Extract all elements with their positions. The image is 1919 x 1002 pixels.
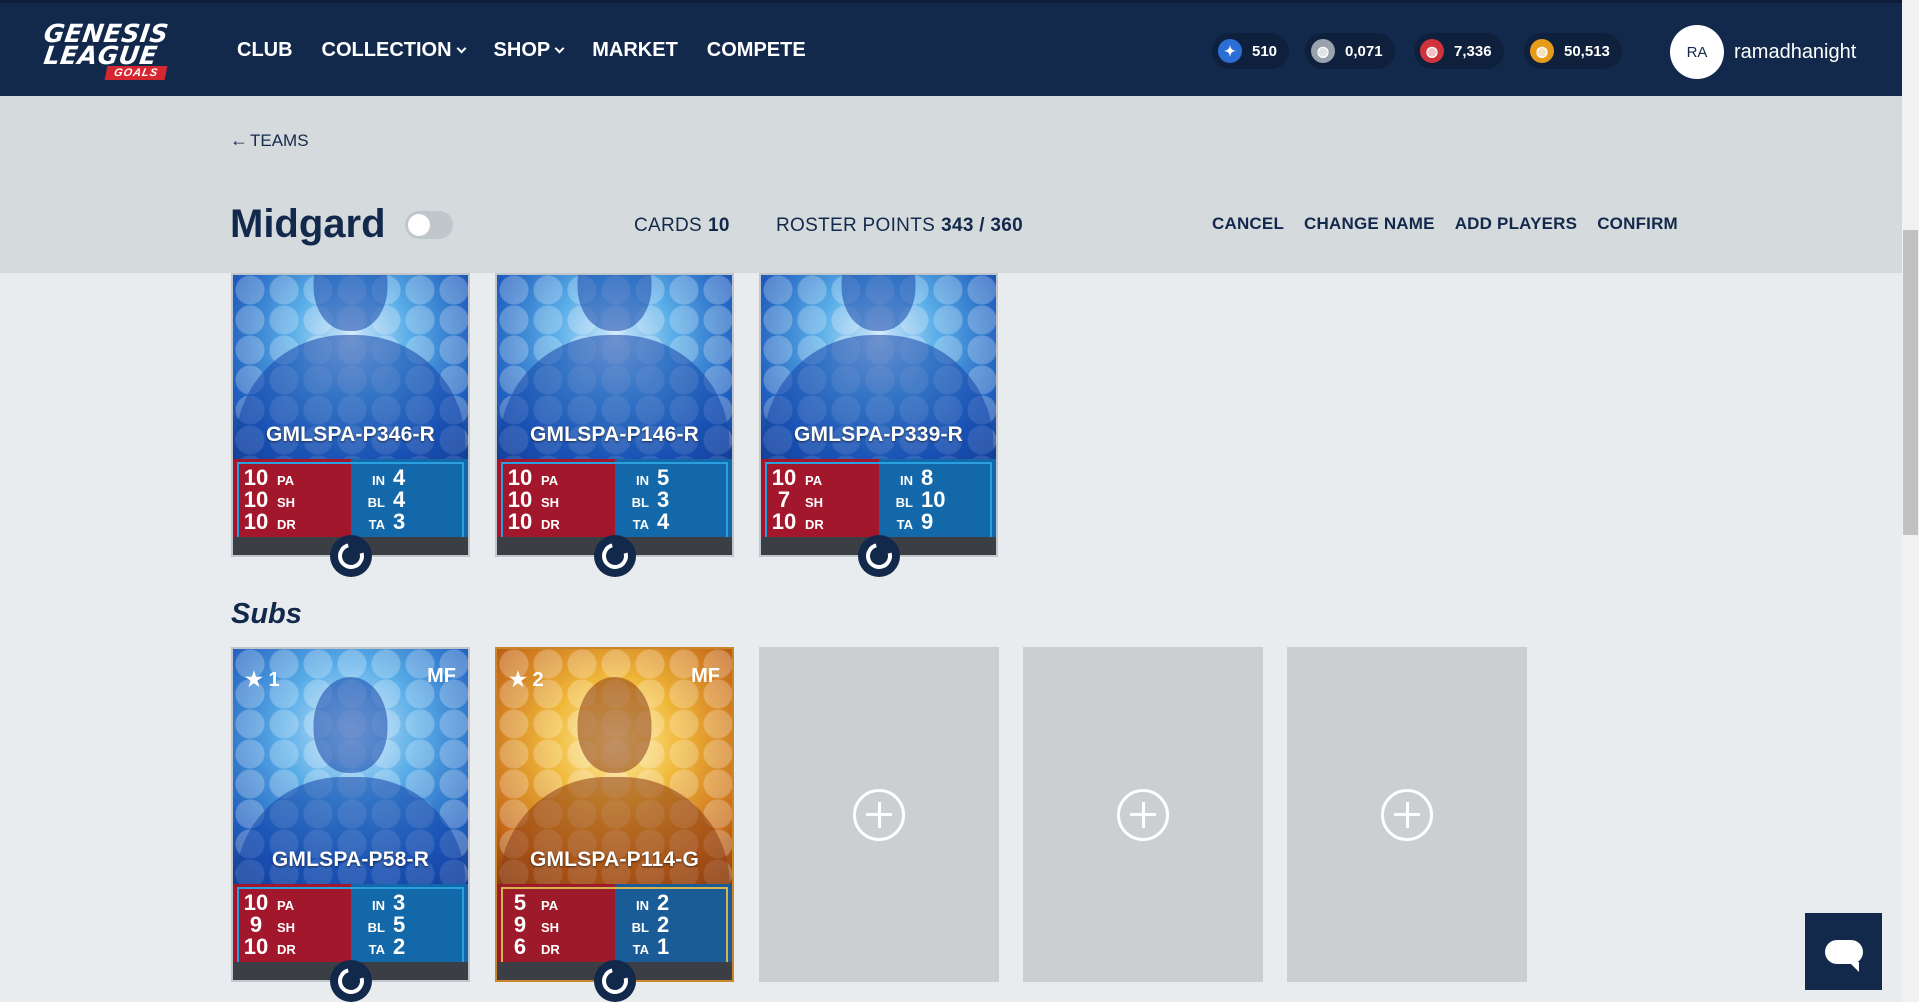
wallet-red[interactable]: ◍ 7,336 — [1414, 33, 1504, 69]
top-navigation: GENESIS LEAGUE GOALS CLUB COLLECTION SHO… — [0, 0, 1902, 96]
username[interactable]: ramadhanight — [1734, 41, 1856, 64]
back-to-teams-link[interactable]: ← TEAMS — [230, 130, 309, 151]
nav-shop[interactable]: SHOP — [494, 39, 565, 62]
team-header: ← TEAMS Midgard CARDS 10 ROSTER POINTS 343… — [0, 96, 1902, 273]
player-name: GMLSPA-P339-R — [793, 423, 964, 446]
silhouette-head — [313, 275, 388, 331]
refresh-icon — [597, 538, 633, 574]
add-player-icon — [1117, 788, 1169, 841]
change-name-button[interactable]: CHANGE NAME — [1304, 214, 1435, 234]
silhouette-head — [313, 677, 388, 773]
stat-row: TA 2 — [368, 934, 406, 959]
silhouette-head — [577, 275, 652, 331]
stat-row: TA 9 — [896, 509, 934, 534]
roster-points: ROSTER POINTS 343 / 360 — [776, 215, 1024, 236]
player-name: GMLSPA-P346-R — [265, 423, 436, 446]
player-card[interactable]: GMLSPA-P114-G 5 PA 9 SH 6 DR IN 2 BL 2 TA 1 ★ 2 MF — [495, 647, 734, 982]
confirm-button[interactable]: CONFIRM — [1597, 214, 1678, 234]
swap-player-icon[interactable] — [858, 535, 900, 577]
chat-button[interactable] — [1805, 913, 1882, 990]
wallet-star-coins[interactable]: ✦ 510 — [1212, 33, 1290, 69]
player-name: GMLSPA-P114-G — [529, 848, 700, 871]
player-card[interactable]: GMLSPA-P146-R 10 PA 10 SH 10 DR IN 5 BL 3 TA 4 — [495, 273, 734, 557]
player-name: GMLSPA-P146-R — [529, 423, 700, 446]
nav-market[interactable]: MARKET — [592, 39, 678, 62]
stat-row: 10 DR — [243, 509, 296, 534]
team-name: Midgard — [230, 202, 386, 246]
red-ball-icon: ◍ — [1420, 39, 1444, 63]
swap-player-icon[interactable] — [330, 960, 372, 1002]
avatar[interactable]: RA — [1670, 25, 1724, 79]
refresh-icon — [333, 963, 369, 999]
star-icon: ★ — [245, 669, 263, 691]
swap-player-icon[interactable] — [594, 535, 636, 577]
stat-row: TA 3 — [368, 509, 406, 534]
stat-row: 6 DR — [513, 934, 560, 959]
wallet-silver[interactable]: ◍ 0,071 — [1305, 33, 1395, 69]
stat-row: 10 DR — [507, 509, 560, 534]
empty-sub-slot[interactable] — [759, 647, 999, 982]
gold-ball-icon: ◍ — [1530, 39, 1554, 63]
chat-bubble-icon — [1824, 939, 1863, 972]
arrow-left-icon: ← — [230, 130, 248, 150]
team-actions: CANCEL CHANGE NAME ADD PLAYERS CONFIRM — [1212, 214, 1698, 234]
position-badge: MF — [427, 665, 456, 687]
add-player-icon — [1381, 788, 1433, 841]
add-players-button[interactable]: ADD PLAYERS — [1455, 214, 1578, 234]
empty-sub-slot[interactable] — [1023, 647, 1263, 982]
stat-row: 10 DR — [243, 934, 296, 959]
nav-collection[interactable]: COLLECTION — [322, 39, 466, 62]
stat-row: TA 1 — [632, 934, 670, 959]
wallet-gold[interactable]: ◍ 50,513 — [1524, 33, 1622, 69]
swap-player-icon[interactable] — [330, 535, 372, 577]
player-name: GMLSPA-P58-R — [271, 848, 430, 871]
stat-row: 10 DR — [771, 509, 824, 534]
swap-player-icon[interactable] — [594, 960, 636, 1002]
stat-row: TA 4 — [632, 509, 670, 534]
nav-compete[interactable]: COMPETE — [707, 39, 806, 62]
empty-sub-slot[interactable] — [1287, 647, 1527, 982]
nav-links: CLUB COLLECTION SHOP MARKET COMPETE — [237, 39, 835, 62]
chevron-down-icon — [456, 43, 466, 53]
add-player-icon — [853, 788, 905, 841]
star-coin-icon: ✦ — [1218, 39, 1242, 63]
silhouette-head — [577, 677, 652, 773]
team-toggle[interactable] — [405, 211, 453, 239]
refresh-icon — [861, 538, 897, 574]
cancel-button[interactable]: CANCEL — [1212, 214, 1284, 234]
scrollbar-thumb[interactable] — [1903, 230, 1918, 535]
player-card[interactable]: GMLSPA-P346-R 10 PA 10 SH 10 DR IN 4 BL 4 TA 3 — [231, 273, 470, 557]
player-card[interactable]: GMLSPA-P339-R 10 PA 7 SH 10 DR IN 8 BL 10 TA 9 — [759, 273, 998, 557]
star-level: ★ 1 — [245, 669, 280, 691]
player-card[interactable]: GMLSPA-P58-R 10 PA 9 SH 10 DR IN 3 BL 5 TA 2 ★ 1 MF — [231, 647, 470, 982]
refresh-icon — [333, 538, 369, 574]
toggle-knob — [408, 214, 430, 236]
star-level: ★ 2 — [509, 669, 544, 691]
position-badge: MF — [691, 665, 720, 687]
genesis-league-goals-logo[interactable]: GENESIS LEAGUE GOALS — [42, 19, 194, 80]
star-icon: ★ — [509, 669, 527, 691]
chevron-down-icon — [554, 43, 565, 53]
cards-count: CARDS 10 — [634, 215, 730, 236]
silhouette-head — [841, 275, 916, 331]
refresh-icon — [597, 963, 633, 999]
silver-ball-icon: ◍ — [1311, 39, 1335, 63]
subs-heading: Subs — [231, 598, 302, 630]
nav-club[interactable]: CLUB — [237, 39, 293, 62]
